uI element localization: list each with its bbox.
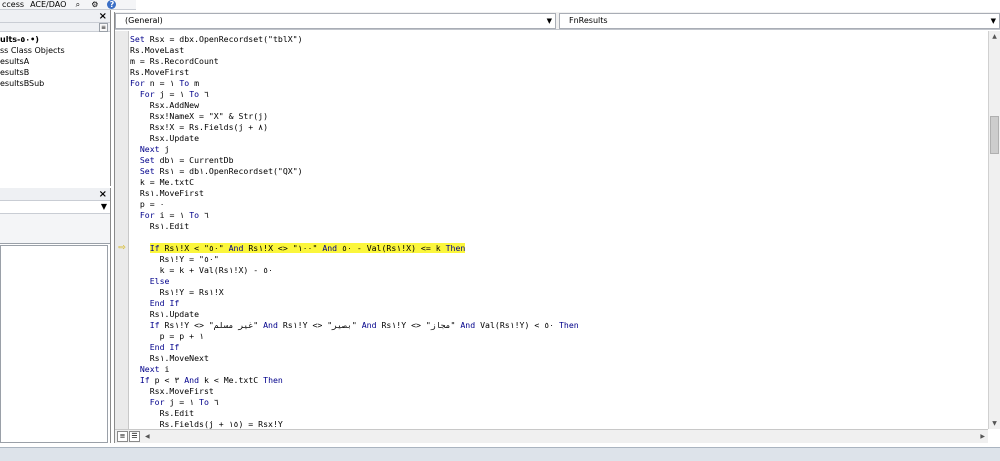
code-line[interactable]: Rsx!X = Rs.Fields(j + ٨)	[130, 122, 988, 133]
project-explorer: × ≡ ults-٥٠•) ss Class Objects esultsA esul…	[0, 10, 111, 186]
object-combo[interactable]: (General) ▼	[115, 13, 556, 29]
code-line[interactable]: End If	[130, 298, 988, 309]
code-line[interactable]: Rs١.MoveNext	[130, 353, 988, 364]
margin-indicator-bar[interactable]: ⇨	[115, 31, 129, 429]
object-combo-value: (General)	[125, 16, 163, 25]
help-icon[interactable]: ?	[106, 0, 117, 9]
execution-pointer-icon: ⇨	[118, 243, 126, 253]
properties-header: ×	[0, 188, 110, 201]
tree-item[interactable]: ss Class Objects	[0, 45, 110, 56]
code-line[interactable]: For j = ١ To ٦	[130, 89, 988, 100]
chevron-down-icon[interactable]: ▼	[547, 14, 552, 28]
procedure-combo-value: FnResults	[569, 16, 608, 25]
access-menu-label[interactable]: ccess	[2, 0, 24, 9]
code-line[interactable]: k = k + Val(Rs١!X) - ٥٠	[130, 265, 988, 276]
properties-grid[interactable]	[0, 245, 108, 443]
code-line[interactable]	[130, 232, 988, 243]
scroll-right-icon[interactable]: ▶	[980, 430, 985, 443]
code-line[interactable]: Rs١!Y = Rs١!X	[130, 287, 988, 298]
search-icon[interactable]: ⌕	[72, 0, 83, 9]
code-window: (General) ▼ FnResults ▼ ⇨ Set Rsx = dbx.…	[114, 12, 1000, 443]
tree-item[interactable]: esultsA	[0, 56, 110, 67]
scroll-down-icon[interactable]: ▼	[989, 418, 1000, 429]
code-line[interactable]: Next i	[130, 364, 988, 375]
code-line[interactable]: Set Rs١ = db١.OpenRecordset("QX")	[130, 166, 988, 177]
tree-item[interactable]: esultsBSub	[0, 78, 110, 89]
toggle-folders-button[interactable]: ≡	[99, 23, 108, 32]
code-line[interactable]: Rs.MoveLast	[130, 45, 988, 56]
scroll-left-icon[interactable]: ◀	[145, 430, 150, 443]
code-line[interactable]: If Rs١!Y <> "غير مسلم" And Rs١!Y <> "بصي…	[130, 320, 988, 331]
vertical-scrollbar[interactable]: ▲ ▼	[988, 31, 1000, 429]
code-combos: (General) ▼ FnResults ▼	[115, 12, 1000, 30]
chevron-down-icon[interactable]: ▼	[101, 202, 107, 211]
taskbar-strip	[0, 447, 1000, 461]
code-line[interactable]: Rs.Fields(j + ١٥) = Rsx!Y	[130, 419, 988, 429]
procedure-combo[interactable]: FnResults ▼	[559, 13, 1000, 29]
code-line[interactable]: Rs.MoveFirst	[130, 67, 988, 78]
close-icon[interactable]: ×	[99, 11, 107, 22]
current-code-line[interactable]: If Rs١!X < "٥٠" And Rs١!X <> "١٠٠" And ٥…	[130, 243, 988, 254]
code-editor[interactable]: Set Rsx = dbx.OpenRecordset("tblX") Rs.Mo…	[130, 31, 988, 429]
code-line[interactable]: Rsx.MoveFirst	[130, 386, 988, 397]
code-line[interactable]: Rs١.Edit	[130, 221, 988, 232]
code-line[interactable]: p = ٠	[130, 199, 988, 210]
code-line[interactable]: For j = ١ To ٦	[130, 397, 988, 408]
code-line[interactable]: Rsx.Update	[130, 133, 988, 144]
chevron-down-icon[interactable]: ▼	[991, 14, 996, 28]
code-line[interactable]: For i = ١ To ٦	[130, 210, 988, 221]
code-line[interactable]: Rsx.AddNew	[130, 100, 988, 111]
toolbar-strip: ccess ACE/DAO ⌕ ⚙ ?	[0, 0, 136, 10]
code-line[interactable]: Else	[130, 276, 988, 287]
code-line[interactable]: If p < ٣ And k < Me.txtC Then	[130, 375, 988, 386]
properties-window: × ▼	[0, 188, 111, 443]
procedure-view-button[interactable]: ≡	[117, 431, 128, 442]
code-line[interactable]: p = p + ١	[130, 331, 988, 342]
horizontal-scrollbar[interactable]: ≡ ☰ ◀ ▶	[115, 429, 988, 443]
code-line[interactable]: End If	[130, 342, 988, 353]
code-line[interactable]: Set db١ = CurrentDb	[130, 155, 988, 166]
properties-tabs	[0, 214, 110, 244]
code-line[interactable]: Rsx!NameX = "X" & Str(j)	[130, 111, 988, 122]
code-line[interactable]: For n = ١ To m	[130, 78, 988, 89]
scroll-thumb[interactable]	[990, 116, 999, 154]
close-icon[interactable]: ×	[99, 189, 107, 200]
code-line[interactable]: Set Rsx = dbx.OpenRecordset("tblX")	[130, 34, 988, 45]
code-line[interactable]: Rs١!Y = "٥٠"	[130, 254, 988, 265]
object-dropdown[interactable]: ▼	[0, 201, 110, 214]
code-line[interactable]: Rs١.Update	[130, 309, 988, 320]
project-tree: ults-٥٠•) ss Class Objects esultsA esultsB e…	[0, 32, 110, 89]
project-explorer-header: ×	[0, 10, 110, 23]
code-line[interactable]: Rs.Edit	[130, 408, 988, 419]
code-line[interactable]: k = Me.txtC	[130, 177, 988, 188]
code-line[interactable]: Next j	[130, 144, 988, 155]
tree-item[interactable]: esultsB	[0, 67, 110, 78]
scroll-up-icon[interactable]: ▲	[989, 31, 1000, 42]
code-line[interactable]: m = Rs.RecordCount	[130, 56, 988, 67]
full-module-view-button[interactable]: ☰	[129, 431, 140, 442]
acedao-menu-label[interactable]: ACE/DAO	[30, 0, 66, 9]
code-line[interactable]: Rs١.MoveFirst	[130, 188, 988, 199]
gear-icon[interactable]: ⚙	[89, 0, 100, 9]
project-explorer-tools: ≡	[0, 23, 110, 32]
tree-item[interactable]: ults-٥٠•)	[0, 34, 110, 45]
